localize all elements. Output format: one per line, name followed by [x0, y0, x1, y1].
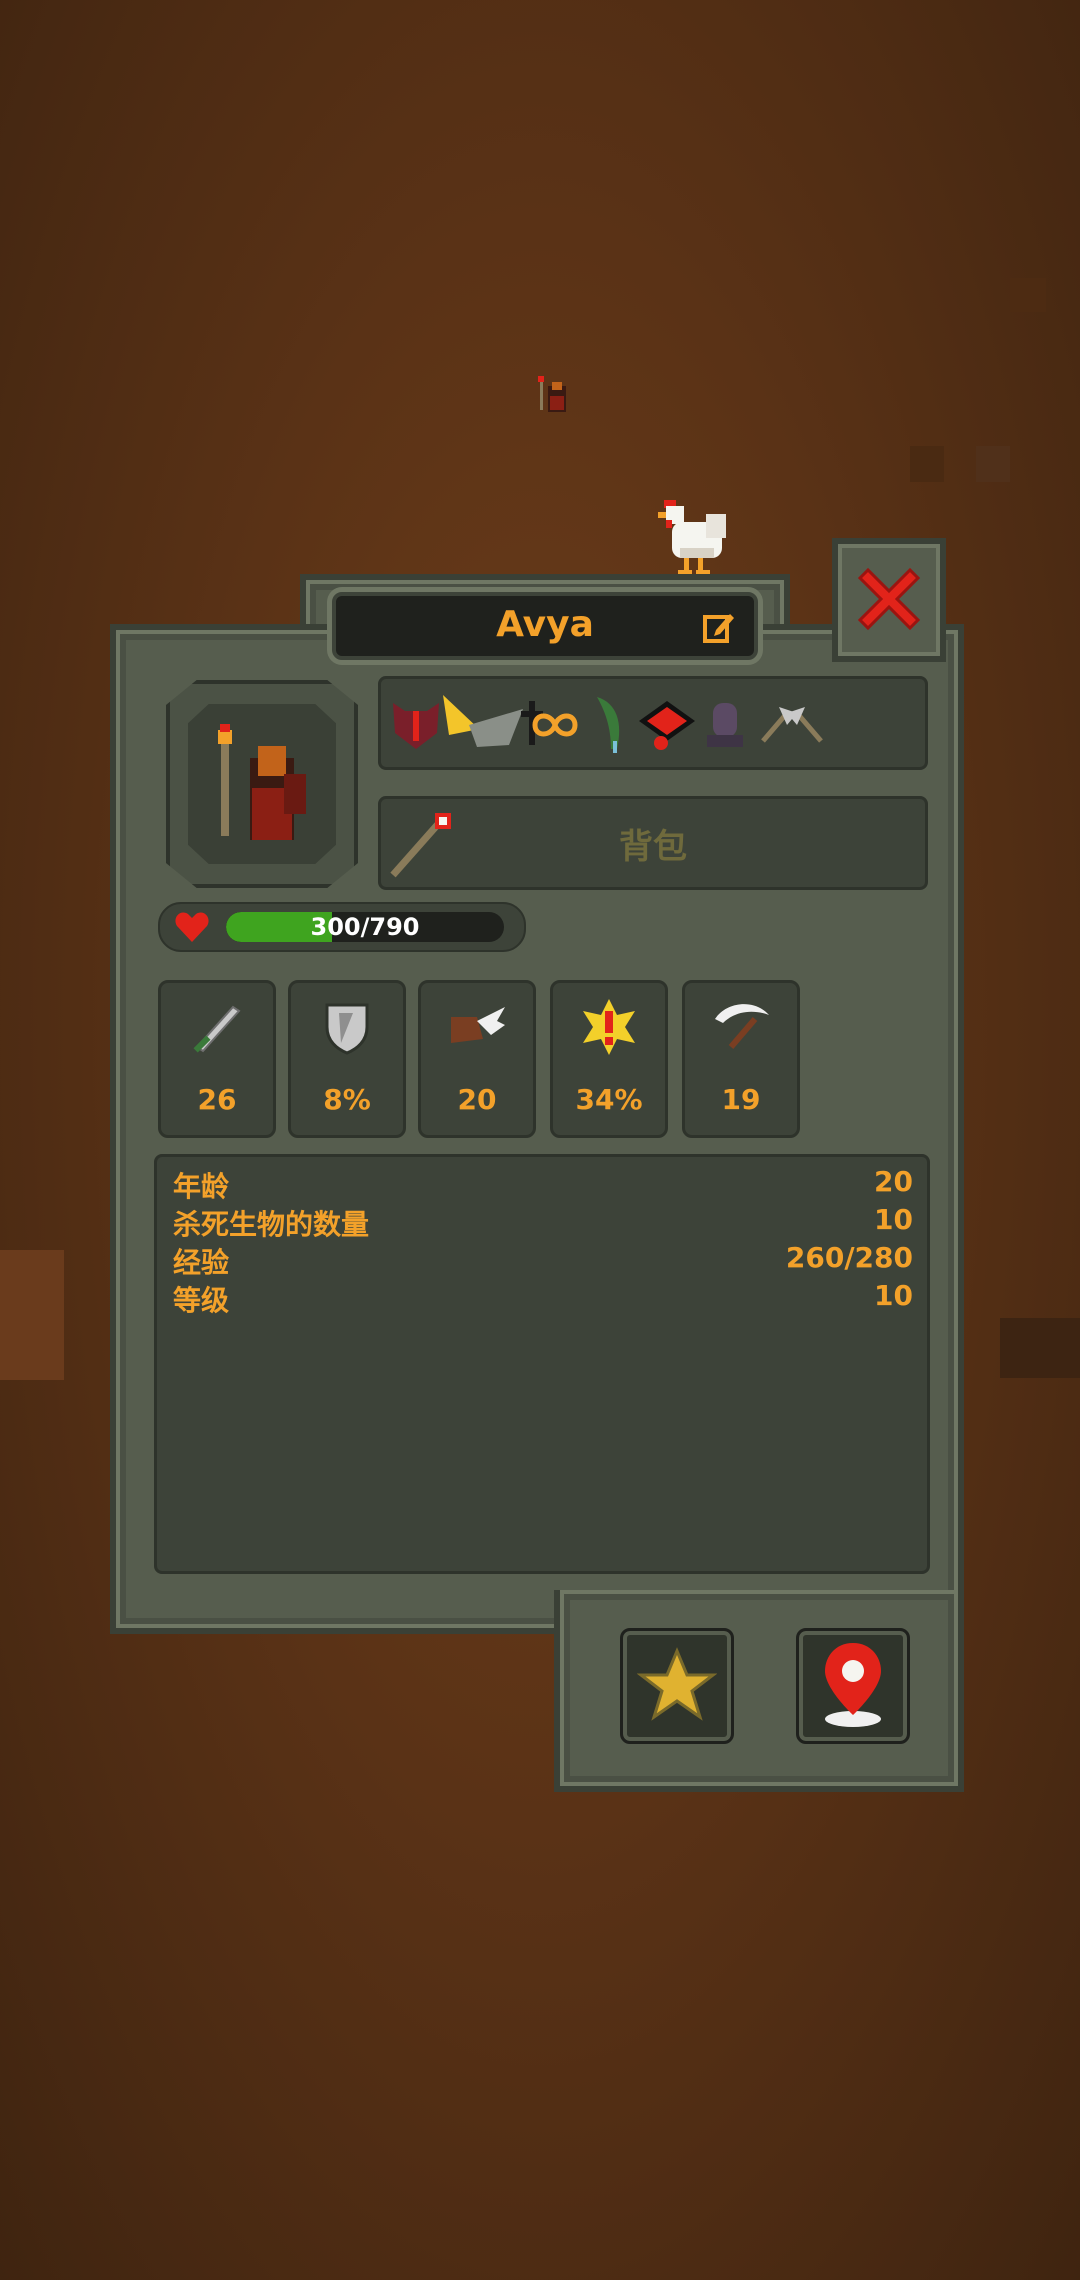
star-icon: [637, 1647, 717, 1721]
background-pixel: [1010, 278, 1046, 312]
chicken-sprite: [658, 500, 726, 574]
info-value: 20: [874, 1165, 913, 1198]
info-value: 260/280: [785, 1241, 913, 1274]
background-pixel: [910, 446, 944, 482]
stat-value: 20: [457, 1083, 497, 1116]
green-feather-icon[interactable]: [587, 693, 627, 755]
critical-burst-icon: [583, 999, 635, 1055]
close-icon: [857, 567, 921, 631]
character-name: Avya: [496, 604, 594, 645]
stat-value: 26: [197, 1083, 237, 1116]
info-label: 杀死生物的数量: [173, 1208, 370, 1241]
heart-icon: [175, 912, 209, 942]
info-panel: 年龄 20 杀死生物的数量 10 经验 260/280 等级 10: [154, 1154, 930, 1574]
red-eye-icon[interactable]: [635, 693, 699, 755]
portrait-background: [188, 704, 336, 864]
background-pixel: [976, 446, 1010, 482]
info-row-level: 等级 10: [173, 1279, 913, 1317]
shield-icon: [325, 1003, 369, 1055]
info-value: 10: [874, 1279, 913, 1312]
stat-speed[interactable]: 20: [418, 980, 536, 1138]
status-effects-bar: [378, 676, 928, 770]
close-button[interactable]: [832, 538, 946, 662]
stat-critical[interactable]: 34%: [550, 980, 668, 1138]
character-name-bar: Avya: [332, 592, 758, 660]
background-pixel: [0, 1250, 64, 1380]
bag-button[interactable]: 背包: [378, 796, 928, 890]
health-value: 300/790: [310, 913, 420, 941]
mage-character-icon: [218, 724, 306, 840]
location-button[interactable]: [796, 1628, 910, 1744]
sword-icon: [193, 1005, 241, 1053]
info-label: 年龄: [173, 1170, 230, 1203]
info-row-experience: 经验 260/280: [173, 1241, 913, 1279]
golden-wings-icon[interactable]: [439, 689, 525, 753]
favorite-button[interactable]: [620, 1628, 734, 1744]
demon-mask-icon[interactable]: [385, 693, 447, 753]
bag-label: 背包: [619, 827, 687, 867]
info-label: 等级: [173, 1284, 230, 1317]
location-pin-icon: [825, 1643, 881, 1727]
health-bar: 300/790: [158, 902, 526, 952]
info-value: 10: [874, 1203, 913, 1236]
stat-value: 19: [721, 1083, 761, 1116]
stat-cooldown[interactable]: 19: [682, 980, 800, 1138]
info-row-kills: 杀死生物的数量 10: [173, 1203, 913, 1241]
stat-value: 8%: [323, 1083, 371, 1116]
info-row-age: 年龄 20: [173, 1165, 913, 1203]
infinity-icon[interactable]: [529, 705, 581, 745]
stat-attack[interactable]: 26: [158, 980, 276, 1138]
winged-boot-icon: [451, 1007, 505, 1043]
info-label: 经验: [173, 1246, 230, 1279]
distant-mage-sprite[interactable]: [536, 372, 574, 418]
character-portrait: [166, 680, 358, 888]
tombstone-icon[interactable]: [703, 695, 747, 751]
stat-value: 34%: [575, 1083, 643, 1116]
background-pixel: [1000, 1318, 1080, 1378]
scythe-icon: [715, 1004, 769, 1049]
edit-icon[interactable]: [702, 610, 736, 644]
health-track: 300/790: [226, 912, 504, 942]
twin-axes-icon[interactable]: [757, 701, 827, 749]
stat-defense[interactable]: 8%: [288, 980, 406, 1138]
